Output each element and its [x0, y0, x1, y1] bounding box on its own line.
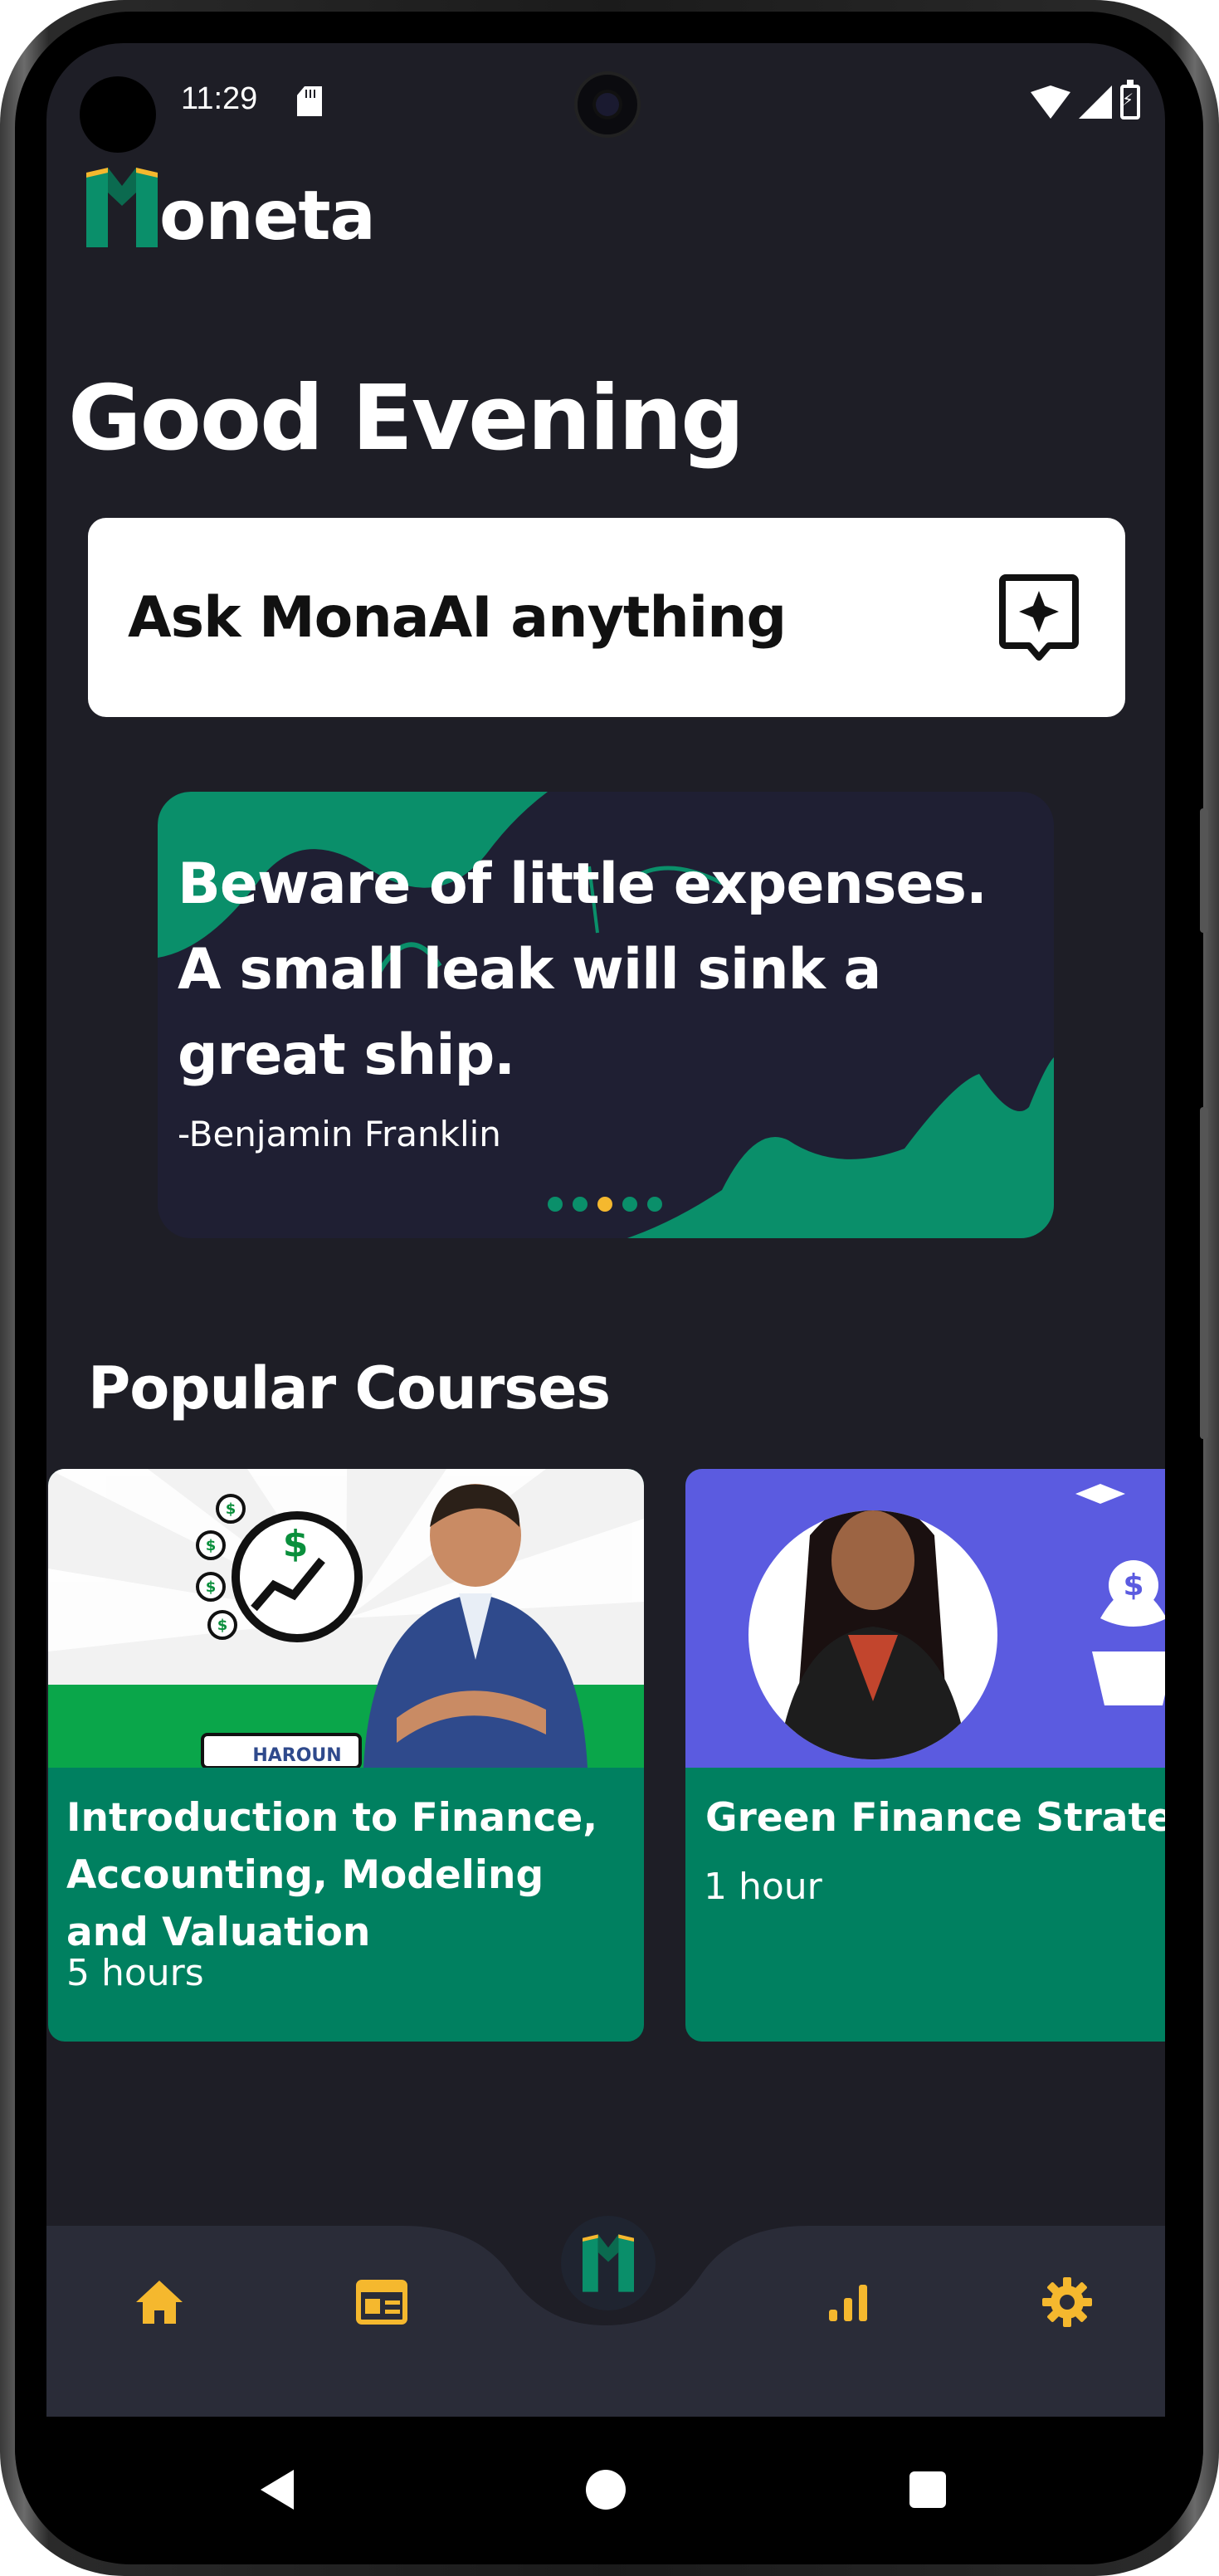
svg-text:$: $ — [206, 1578, 217, 1596]
front-camera — [574, 71, 641, 138]
moneta-logo-icon — [583, 2234, 634, 2292]
news-icon — [356, 2280, 407, 2325]
logo-text: oneta — [159, 177, 376, 256]
svg-text:$: $ — [226, 1500, 236, 1518]
svg-text:$: $ — [1123, 1569, 1143, 1603]
quote-carousel[interactable]: Beware of little expenses. A small leak … — [158, 792, 1054, 1238]
volume-button — [1200, 808, 1208, 933]
course-duration: 1 hour — [704, 1866, 822, 1908]
nav-news[interactable] — [349, 2269, 415, 2335]
battery-charging-icon — [1120, 80, 1140, 120]
recents-button[interactable] — [909, 2471, 946, 2508]
app-logo: oneta — [86, 168, 376, 251]
course-thumbnail: $ — [685, 1469, 1165, 1768]
course-title: Green Finance Strateg — [705, 1795, 1165, 1841]
settings-icon — [1042, 2277, 1092, 2327]
svg-text:$: $ — [206, 1537, 217, 1554]
carousel-dot[interactable] — [548, 1197, 563, 1212]
home-icon — [136, 2281, 183, 2324]
screen: 11:29 oneta Good Evening Ask MonaAI anyt… — [46, 43, 1165, 2417]
course-title: Introduction to Finance, Accounting, Mod… — [66, 1795, 598, 1955]
nav-stats[interactable] — [815, 2269, 881, 2335]
signal-icon — [1079, 85, 1112, 119]
ask-monaai-label: Ask MonaAI anything — [128, 584, 787, 651]
wifi-icon — [1031, 85, 1070, 119]
quote-author: -Benjamin Franklin — [178, 1114, 501, 1154]
carousel-dot-active[interactable] — [597, 1197, 612, 1212]
home-button[interactable] — [586, 2470, 626, 2510]
system-navigation-bar — [15, 2417, 1203, 2563]
nav-home[interactable] — [126, 2269, 193, 2335]
sd-card-icon — [297, 86, 322, 116]
punch-hole — [80, 76, 156, 153]
nav-settings[interactable] — [1034, 2269, 1100, 2335]
svg-text:$: $ — [217, 1617, 228, 1634]
course-card[interactable]: $ Green Finance Strateg 1 hour — [685, 1469, 1165, 2042]
carousel-indicator — [548, 1197, 662, 1212]
greeting-heading: Good Evening — [68, 367, 744, 471]
status-time: 11:29 — [181, 81, 258, 116]
course-card[interactable]: $ $ $ $ $ HAROUN Introduction to Finance, A… — [48, 1469, 644, 2042]
moneta-m-icon — [86, 168, 158, 247]
sparkle-chat-icon[interactable] — [999, 574, 1079, 662]
course-duration: 5 hours — [66, 1952, 204, 1994]
ask-monaai-card[interactable]: Ask MonaAI anything — [88, 518, 1125, 717]
course-thumbnail: $ $ $ $ $ HAROUN — [48, 1469, 644, 1768]
thumbnail-brand-text: HAROUN — [252, 1745, 341, 1766]
status-bar: 11:29 — [46, 43, 1165, 153]
carousel-dot[interactable] — [573, 1197, 588, 1212]
popular-courses-heading: Popular Courses — [88, 1354, 611, 1422]
system-icons — [1031, 80, 1140, 120]
carousel-dot[interactable] — [622, 1197, 637, 1212]
stats-icon — [829, 2285, 867, 2321]
svg-text:$: $ — [283, 1523, 309, 1565]
nav-moneta[interactable] — [561, 2216, 656, 2310]
power-button — [1200, 1107, 1208, 1439]
back-button[interactable] — [261, 2470, 294, 2510]
quote-text: Beware of little expenses. A small leak … — [178, 851, 987, 1088]
carousel-dot[interactable] — [647, 1197, 662, 1212]
